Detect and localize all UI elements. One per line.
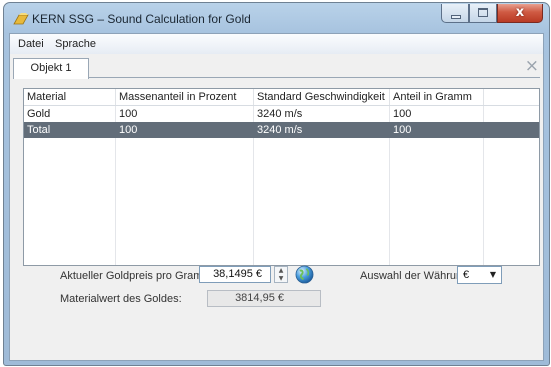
- close-tab-icon[interactable]: ×: [525, 56, 539, 76]
- column-header-percent[interactable]: Massenanteil in Prozent: [116, 89, 254, 105]
- app-window: KERN SSG – Sound Calculation for Gold x …: [3, 2, 550, 366]
- chevron-down-icon: ▼: [489, 270, 496, 279]
- minimize-button[interactable]: [441, 4, 469, 23]
- window-controls: x: [441, 4, 543, 23]
- menu-datei[interactable]: Datei: [18, 38, 44, 50]
- tab-objekt-1[interactable]: Objekt 1: [13, 58, 89, 79]
- currency-value: €: [463, 269, 470, 281]
- gold-bar-icon: [13, 13, 29, 25]
- material-value-field: 3814,95 €: [207, 290, 321, 307]
- menu-sprache[interactable]: Sprache: [55, 38, 96, 50]
- close-button[interactable]: x: [497, 4, 543, 23]
- gold-price-spinner[interactable]: ▲ ▼: [274, 266, 288, 283]
- table-row-selected[interactable]: Total 100 3240 m/s 100: [24, 122, 539, 138]
- column-header-speed[interactable]: Standard Geschwindigkeit: [254, 89, 390, 105]
- spinner-up-icon[interactable]: ▲: [275, 267, 287, 274]
- minimize-icon: [451, 15, 461, 19]
- cell-grams: 100: [393, 124, 412, 136]
- bottom-panel: [10, 319, 543, 360]
- title-bar[interactable]: KERN SSG – Sound Calculation for Gold x: [4, 3, 549, 33]
- cell-material: Total: [27, 124, 51, 136]
- cell-speed: 3240 m/s: [257, 124, 303, 136]
- gold-price-label: Aktueller Goldpreis pro Gramm:: [60, 270, 215, 282]
- spinner-down-icon[interactable]: ▼: [275, 275, 287, 282]
- window-title: KERN SSG – Sound Calculation for Gold: [32, 12, 251, 26]
- table-header: Material Massenanteil in Prozent Standar…: [24, 89, 539, 106]
- cell-percent: 100: [119, 124, 138, 136]
- cell-grams: 100: [393, 108, 412, 120]
- cell-percent: 100: [119, 108, 138, 120]
- cell-speed: 3240 m/s: [257, 108, 303, 120]
- maximize-icon: [478, 8, 488, 17]
- globe-icon[interactable]: [295, 265, 314, 284]
- column-header-material[interactable]: Material: [24, 89, 116, 105]
- material-table[interactable]: Material Massenanteil in Prozent Standar…: [23, 88, 540, 266]
- column-header-grams[interactable]: Anteil in Gramm: [390, 89, 484, 105]
- menu-bar: Datei Sprache: [10, 34, 543, 54]
- gold-price-input[interactable]: 38,1495 €: [199, 266, 271, 283]
- maximize-button[interactable]: [469, 4, 497, 23]
- tab-strip: Objekt 1 ×: [10, 54, 543, 79]
- material-value-label: Materialwert des Goldes:: [60, 293, 182, 305]
- client-area: Datei Sprache Objekt 1 × Material Massen…: [9, 33, 544, 361]
- close-icon: x: [515, 5, 525, 20]
- table-row[interactable]: Gold 100 3240 m/s 100: [24, 106, 539, 122]
- currency-label: Auswahl der Währung:: [360, 270, 472, 282]
- cell-material: Gold: [27, 108, 51, 120]
- currency-select[interactable]: € ▼: [457, 266, 502, 284]
